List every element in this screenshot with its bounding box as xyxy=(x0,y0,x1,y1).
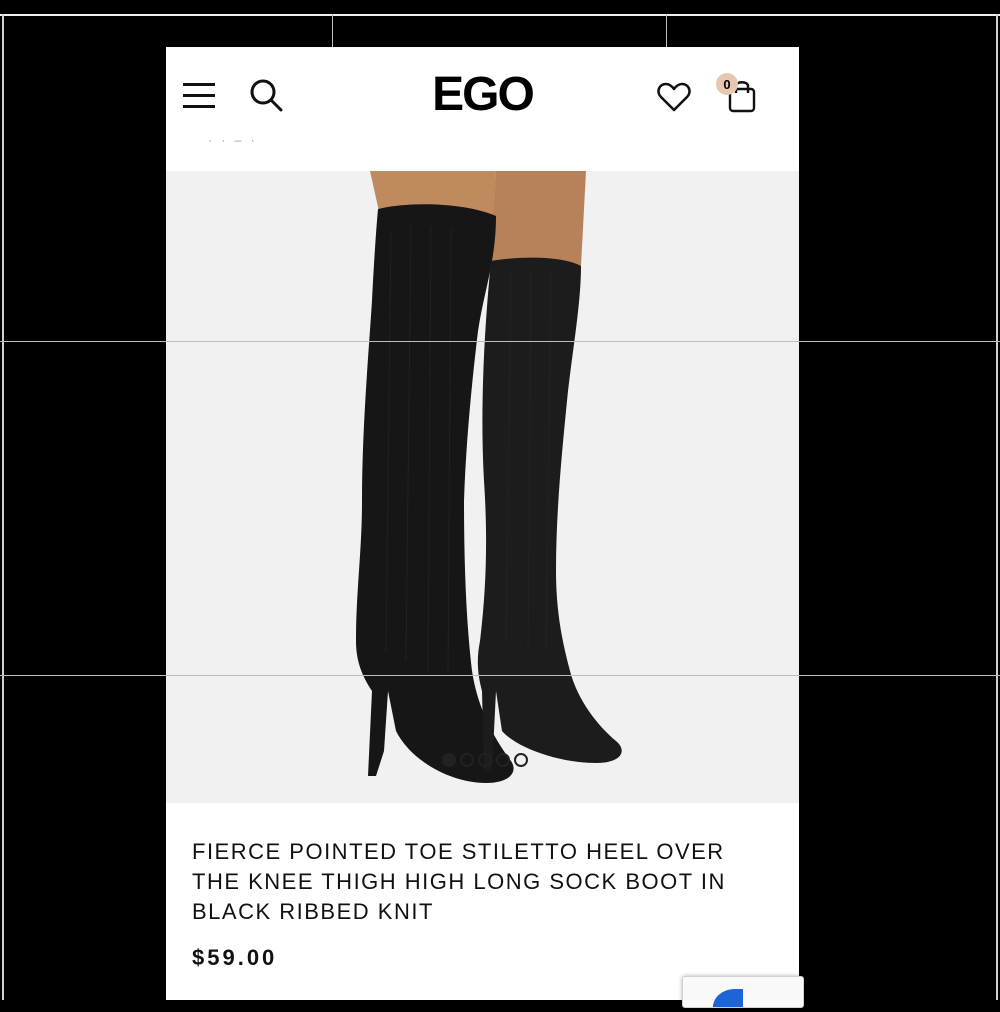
frame-line-left xyxy=(2,14,4,1000)
product-photo xyxy=(166,171,799,803)
recaptcha-badge[interactable] xyxy=(682,976,804,1008)
carousel-dot-4[interactable] xyxy=(496,753,510,767)
partially-hidden-text: · · – · xyxy=(208,133,258,147)
site-logo[interactable]: EGO xyxy=(166,67,799,122)
heart-icon xyxy=(657,82,691,112)
frame-line-top xyxy=(0,14,1000,16)
grid-line-horizontal-1 xyxy=(0,341,1000,342)
cart-count-badge: 0 xyxy=(716,73,738,95)
wishlist-button[interactable] xyxy=(654,77,694,117)
product-title: FIERCE POINTED TOE STILETTO HEEL OVER TH… xyxy=(192,839,726,924)
product-price: $59.00 xyxy=(192,945,278,970)
product-image-carousel[interactable] xyxy=(166,171,799,803)
recaptcha-icon xyxy=(713,989,743,1007)
product-page: EGO · · – · 0 FIERCE POINTED TOE STILETT… xyxy=(166,47,799,1000)
carousel-dot-3[interactable] xyxy=(478,753,492,767)
carousel-dot-5[interactable] xyxy=(514,753,528,767)
carousel-dot-2[interactable] xyxy=(460,753,474,767)
site-header: EGO · · – · 0 xyxy=(166,47,799,171)
carousel-pagination xyxy=(442,753,528,767)
frame-line-right xyxy=(996,14,998,1000)
grid-line-horizontal-2 xyxy=(0,675,1000,676)
product-info: FIERCE POINTED TOE STILETTO HEEL OVER TH… xyxy=(192,837,772,971)
carousel-dot-1[interactable] xyxy=(442,753,456,767)
